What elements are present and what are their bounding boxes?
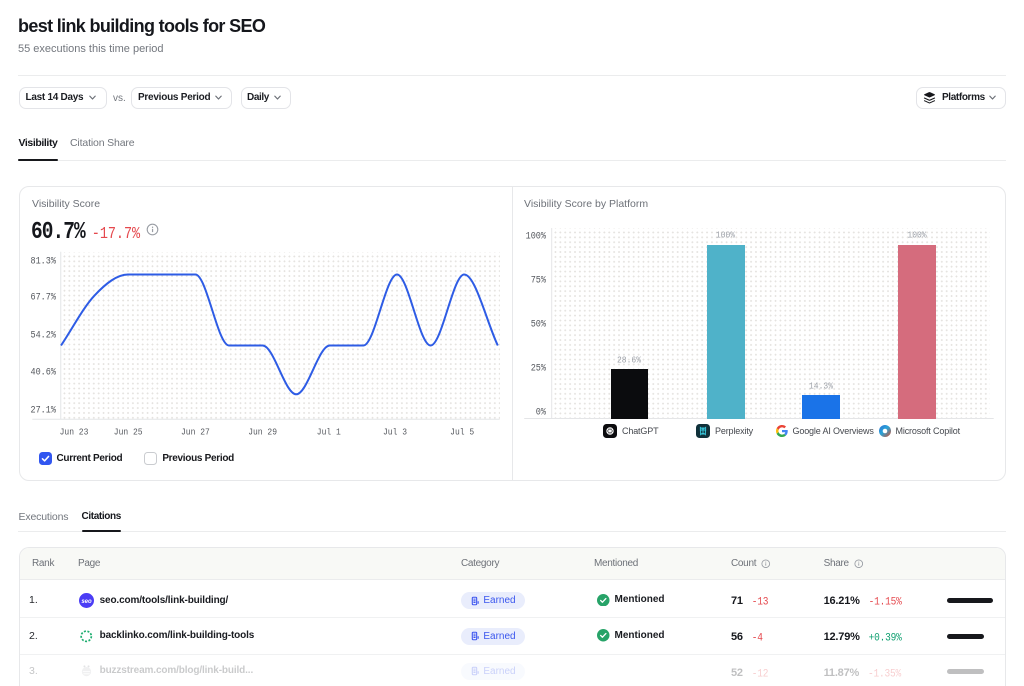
svg-text:seo: seo [81,599,92,605]
